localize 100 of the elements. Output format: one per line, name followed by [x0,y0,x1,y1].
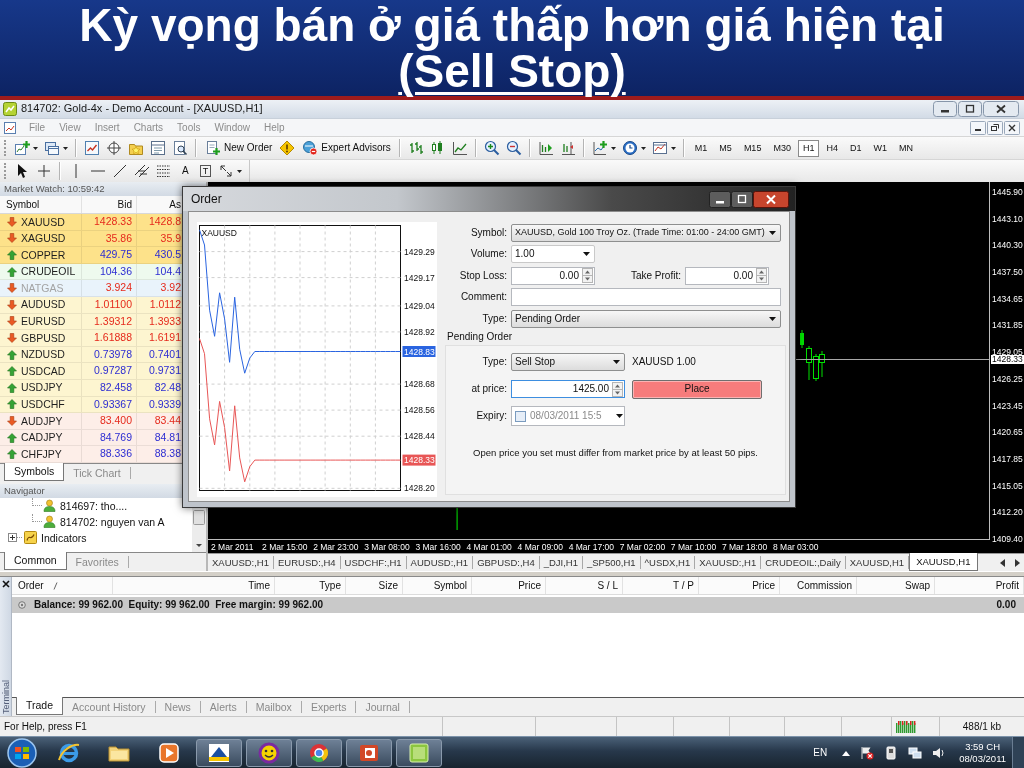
dashed-lines-icon[interactable] [156,163,172,179]
close-icon[interactable] [983,101,1019,117]
expand-icon[interactable] [8,533,17,543]
zoom-in-icon[interactable] [483,140,500,156]
line-chart-icon[interactable] [451,140,468,156]
column-header[interactable]: Size [378,579,398,592]
taskbar-button[interactable] [196,738,242,767]
chart-tab[interactable]: _DJI,H1 [539,556,583,569]
chart-tab[interactable]: XAUUSD,H1 [909,553,978,571]
bar-chart-icon[interactable] [407,140,424,156]
chart-marker-icon[interactable] [559,140,576,156]
pending-type-dropdown[interactable]: Sell Stop [511,353,625,371]
close-icon[interactable] [1,580,10,588]
chart-tab[interactable]: EURUSD:,H4 [274,556,341,569]
column-header[interactable]: As [169,199,181,210]
expert-advisors-button[interactable]: Expert Advisors [298,138,395,158]
flag-icon[interactable] [860,745,875,760]
caret-icon[interactable] [33,146,38,150]
column-header[interactable]: Bid [117,199,132,210]
column-header[interactable]: Type [319,579,341,592]
speaker-icon[interactable] [932,745,947,760]
maximize-icon[interactable] [958,101,982,117]
start-button-icon[interactable] [6,736,38,768]
chart-tab[interactable]: _SP500,H1 [583,556,641,569]
language-indicator[interactable]: EN [813,746,828,759]
column-header[interactable]: Order [18,579,44,592]
text-tool-button[interactable]: A [179,165,192,177]
up-caret-icon[interactable] [842,749,851,756]
tree-item[interactable]: 814702: nguyen van A [60,515,165,529]
magnifier-document-icon[interactable] [172,140,188,156]
text-label-button[interactable]: T [199,165,212,177]
timeframe-button[interactable]: M30 [768,139,796,157]
chart-window-icon[interactable] [651,140,668,156]
minimize-icon[interactable] [709,190,731,208]
tree-item[interactable]: 814697: tho.... [60,499,128,513]
comment-field[interactable] [511,288,781,307]
maximize-icon[interactable] [731,190,753,208]
chart-tab[interactable]: ^USDX,H1 [640,556,696,569]
timeframe-button[interactable]: H1 [797,139,820,157]
chart-window-icon[interactable] [4,121,16,134]
timeframe-button[interactable]: M15 [738,139,767,157]
chart-tab[interactable]: CRUDEOIL:,Daily [761,556,846,569]
chart-plus-icon[interactable] [591,140,608,156]
spinner-icon[interactable] [582,268,593,284]
taskbar-button[interactable] [246,738,292,767]
chart-tab[interactable]: GBPUSD:,H4 [473,556,540,569]
clock-icon[interactable] [621,140,638,156]
place-button[interactable]: Place [632,379,762,399]
column-header[interactable]: Commission [797,579,852,592]
volume-dropdown[interactable]: 1.00 [511,245,595,264]
clock-date[interactable]: 08/03/2011 [959,752,1006,765]
tree-item[interactable]: Indicators [41,531,87,545]
spinner-icon[interactable] [612,381,623,397]
crosshair-icon[interactable] [36,163,52,179]
stop-loss-field[interactable]: 0.00 [511,266,595,285]
restore-icon[interactable] [987,120,1003,135]
timeframe-button[interactable]: MN [893,139,918,157]
scroll-right-icon[interactable] [1012,558,1022,568]
symbol-dropdown[interactable]: XAUUSD, Gold 100 Troy Oz. (Trade Time: 01:00 - 24:00 GMT) [511,223,781,242]
column-header[interactable]: Price [752,579,775,592]
chart-window-icon[interactable] [84,140,100,156]
warning-icon[interactable] [279,140,296,156]
close-icon[interactable] [1004,120,1020,135]
device-icon[interactable] [884,745,899,760]
timeframe-button[interactable]: H4 [821,139,843,157]
chart-tab[interactable]: XAUUSD:,H1 [208,556,274,569]
taskbar-button[interactable] [346,738,392,767]
network-icon[interactable] [908,745,923,760]
sort-icon[interactable] [52,581,58,590]
order-type-dropdown[interactable]: Pending Order [511,309,781,328]
timeframe-button[interactable]: W1 [868,139,892,157]
play-icon[interactable] [157,740,181,765]
column-header[interactable]: Time [248,579,270,592]
minimize-icon[interactable] [970,120,986,135]
chart-tab[interactable]: AUDUSD:,H1 [406,556,474,569]
caret-icon[interactable] [640,146,646,150]
column-header[interactable]: Symbol [6,199,40,210]
chart-plus-icon[interactable] [14,140,30,156]
show-desktop-button[interactable] [1012,737,1024,768]
price-field[interactable]: 1425.00 [511,380,625,398]
column-header[interactable]: S / L [597,579,618,592]
column-header[interactable]: Profit [995,579,1019,592]
panel-tab[interactable]: Trade [16,697,64,715]
take-profit-field[interactable]: 0.00 [685,266,769,285]
caret-icon[interactable] [610,146,616,150]
chart-tab[interactable]: USDCHF:,H1 [340,556,407,569]
clock-time[interactable]: 3:59 CH [965,740,1000,753]
checkbox[interactable] [515,410,526,422]
scroll-left-icon[interactable] [998,558,1008,568]
windows-icon[interactable] [44,140,60,156]
close-icon[interactable] [753,190,789,208]
timeframe-button[interactable]: M5 [714,139,737,157]
minimize-icon[interactable] [933,101,957,117]
caret-icon[interactable] [670,146,676,150]
spinner-icon[interactable] [756,268,767,284]
chart-tab[interactable]: XAUUSD:,H1 [695,556,762,569]
chart-arrow-icon[interactable] [537,140,554,156]
balance-row[interactable]: Balance: 99 962.00 Equity: 99 962.00 Free margin: 99 962.00 0.00 [12,597,1024,613]
caret-icon[interactable] [63,146,68,150]
arrows-icon[interactable] [218,163,235,179]
